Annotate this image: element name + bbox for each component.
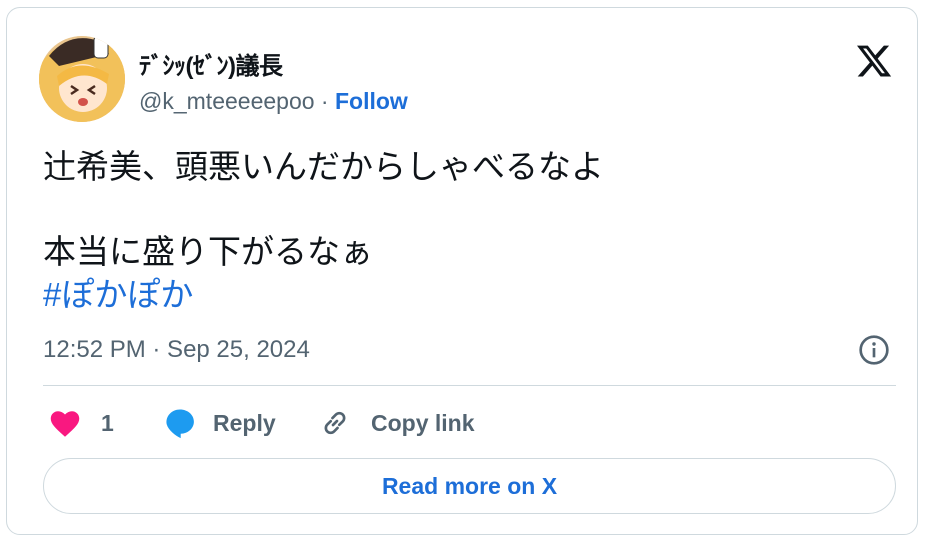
tweet-hashtag[interactable]: #ぽかぽか	[43, 276, 193, 314]
avatar-image	[39, 36, 125, 122]
reply-button[interactable]: Reply	[163, 403, 276, 443]
tweet-embed-card: ﾃﾞｼｯ(ｾﾞﾝ)議長 @k_mteeeeepoo · Follow 辻希美、頭…	[6, 7, 918, 535]
copy-link-label: Copy link	[371, 409, 475, 436]
like-count: 1	[101, 409, 114, 436]
heart-icon	[50, 411, 80, 437]
read-more-button[interactable]: Read more on X	[43, 458, 896, 514]
tweet-text-line-2: 本当に盛り下がるなぁ	[43, 233, 373, 270]
speech-bubble-icon	[166, 409, 194, 439]
tweet-text-line-1: 辻希美、頭悪いんだからしゃべるなよ	[43, 148, 604, 185]
divider	[43, 385, 896, 386]
reply-label: Reply	[213, 409, 276, 436]
follow-link[interactable]: Follow	[335, 88, 408, 114]
info-icon[interactable]	[858, 334, 890, 366]
author-display-name[interactable]: ﾃﾞｼｯ(ｾﾞﾝ)議長	[139, 46, 283, 81]
tweet-timestamp[interactable]: 12:52 PM · Sep 25, 2024	[43, 336, 310, 364]
link-icon	[324, 411, 346, 435]
handle-separator: ·	[314, 88, 335, 114]
author-handle[interactable]: @k_mteeeeepoo	[139, 88, 315, 114]
like-button[interactable]: 1	[47, 403, 114, 443]
author-handle-row: @k_mteeeeepoo · Follow	[139, 88, 408, 115]
x-logo-icon[interactable]	[855, 42, 893, 80]
copy-link-button[interactable]: Copy link	[319, 403, 475, 443]
author-avatar[interactable]	[39, 36, 125, 122]
